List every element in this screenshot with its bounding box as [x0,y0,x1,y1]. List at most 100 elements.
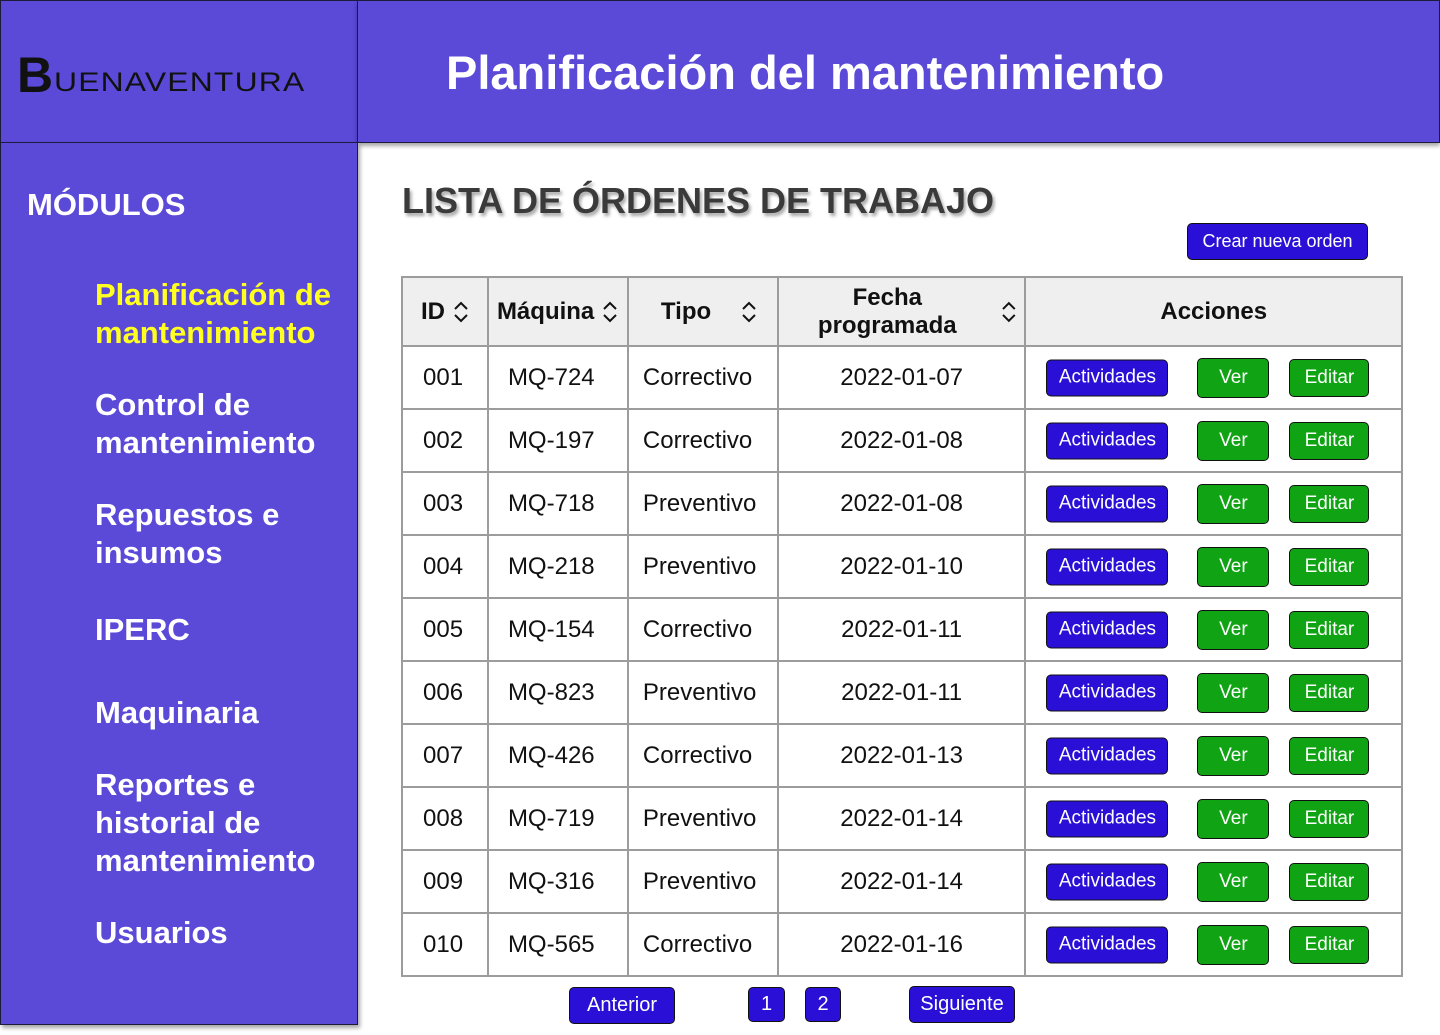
edit-button[interactable]: Editar [1289,862,1370,901]
brand-logo[interactable]: B UENAVENTURA [17,50,304,100]
sidebar-item-usuarios[interactable]: Usuarios [95,914,345,952]
page-1-button[interactable]: 1 [748,987,785,1022]
column-header-fecha[interactable]: Fecha programada [776,276,1027,347]
cell-fecha: 2022-01-11 [776,660,1027,725]
sidebar: MÓDULOS Planificación de mantenimiento C… [0,142,358,1025]
sidebar-item-reportes[interactable]: Reportes e historial de mantenimiento [95,766,345,880]
view-button[interactable]: Ver [1197,924,1270,965]
cell-fecha: 2022-01-16 [776,912,1027,977]
edit-button[interactable]: Editar [1289,925,1370,964]
table-row: 001 MQ-724 Correctivo 2022-01-07 Actividades… [401,345,1403,410]
column-header-tipo[interactable]: Tipo [626,276,779,347]
edit-button[interactable]: Editar [1289,736,1370,775]
sidebar-item-repuestos[interactable]: Repuestos e insumos [95,496,345,572]
cell-tipo: Correctivo [626,408,779,473]
edit-button[interactable]: Editar [1289,421,1370,460]
activities-button[interactable]: Actividades [1046,485,1169,522]
cell-acciones: Actividades Ver Editar [1024,534,1403,599]
table-row: 009 MQ-316 Preventivo 2022-01-14 Actividades… [401,849,1403,914]
row-actions: Actividades Ver Editar [1026,788,1401,849]
cell-fecha: 2022-01-14 [776,849,1027,914]
view-button[interactable]: Ver [1197,735,1270,776]
table-header-row: ID Máquina Tipo Fecha programada Accione… [401,276,1403,347]
column-header-acciones: Acciones [1024,276,1403,347]
view-button[interactable]: Ver [1197,420,1270,461]
edit-button[interactable]: Editar [1289,610,1370,649]
sidebar-item-maquinaria[interactable]: Maquinaria [95,694,345,732]
column-label: Acciones [1160,297,1268,325]
view-button[interactable]: Ver [1197,357,1270,398]
cell-acciones: Actividades Ver Editar [1024,786,1403,851]
cell-maquina: MQ-197 [486,408,629,473]
row-actions: Actividades Ver Editar [1026,725,1401,786]
edit-button[interactable]: Editar [1289,673,1370,712]
row-actions: Actividades Ver Editar [1026,536,1401,597]
sidebar-item-iperc[interactable]: IPERC [95,611,345,649]
activities-button[interactable]: Actividades [1046,926,1169,963]
activities-button[interactable]: Actividades [1046,737,1169,774]
cell-maquina: MQ-724 [486,345,629,410]
table-row: 004 MQ-218 Preventivo 2022-01-10 Actividades… [401,534,1403,599]
row-actions: Actividades Ver Editar [1026,914,1401,975]
cell-tipo: Preventivo [626,534,779,599]
cell-tipo: Preventivo [626,660,779,725]
page-2-button[interactable]: 2 [805,987,841,1022]
row-actions: Actividades Ver Editar [1026,347,1401,408]
column-header-id[interactable]: ID [401,276,489,347]
activities-button[interactable]: Actividades [1046,611,1169,648]
activities-button[interactable]: Actividades [1046,359,1169,396]
activities-button[interactable]: Actividades [1046,422,1169,459]
view-button[interactable]: Ver [1197,609,1270,650]
top-header: Planificación del mantenimiento [357,0,1440,143]
cell-id: 001 [401,345,489,410]
cell-fecha: 2022-01-13 [776,723,1027,788]
cell-fecha: 2022-01-08 [776,471,1027,536]
table-row: 003 MQ-718 Preventivo 2022-01-08 Actividades… [401,471,1403,536]
view-button[interactable]: Ver [1197,798,1270,839]
cell-id: 003 [401,471,489,536]
cell-tipo: Preventivo [626,471,779,536]
sort-updown-icon [1001,301,1016,322]
sidebar-item-control[interactable]: Control de mantenimiento [95,386,345,462]
cell-acciones: Actividades Ver Editar [1024,660,1403,725]
cell-id: 005 [401,597,489,662]
activities-button[interactable]: Actividades [1046,548,1169,585]
table-row: 002 MQ-197 Correctivo 2022-01-08 Actividades… [401,408,1403,473]
edit-button[interactable]: Editar [1289,799,1370,838]
view-button[interactable]: Ver [1197,672,1270,713]
activities-button[interactable]: Actividades [1046,674,1169,711]
cell-acciones: Actividades Ver Editar [1024,345,1403,410]
view-button[interactable]: Ver [1197,546,1270,587]
table-row: 008 MQ-719 Preventivo 2022-01-14 Actividades… [401,786,1403,851]
view-button[interactable]: Ver [1197,483,1270,524]
cell-acciones: Actividades Ver Editar [1024,471,1403,536]
table-body: 001 MQ-724 Correctivo 2022-01-07 Actividades… [401,345,1403,977]
edit-button[interactable]: Editar [1289,358,1370,397]
logo-wordmark: UENAVENTURA [54,67,306,97]
cell-tipo: Correctivo [626,912,779,977]
next-page-button[interactable]: Siguiente [909,986,1015,1023]
edit-button[interactable]: Editar [1289,484,1370,523]
sort-updown-icon [454,301,468,322]
column-header-maquina[interactable]: Máquina [486,276,629,347]
cell-fecha: 2022-01-10 [776,534,1027,599]
sidebar-item-planificacion[interactable]: Planificación de mantenimiento [95,276,345,352]
work-orders-table: ID Máquina Tipo Fecha programada Accione… [401,276,1403,977]
cell-tipo: Preventivo [626,786,779,851]
activities-button[interactable]: Actividades [1046,800,1169,837]
page-title: Planificación del mantenimiento [446,46,1165,99]
prev-page-button[interactable]: Anterior [569,987,675,1024]
row-actions: Actividades Ver Editar [1026,599,1401,660]
cell-tipo: Preventivo [626,849,779,914]
cell-acciones: Actividades Ver Editar [1024,408,1403,473]
edit-button[interactable]: Editar [1289,547,1370,586]
cell-maquina: MQ-823 [486,660,629,725]
create-order-button[interactable]: Crear nueva orden [1187,223,1368,260]
cell-id: 007 [401,723,489,788]
cell-maquina: MQ-565 [486,912,629,977]
cell-fecha: 2022-01-11 [776,597,1027,662]
cell-acciones: Actividades Ver Editar [1024,849,1403,914]
cell-fecha: 2022-01-08 [776,408,1027,473]
activities-button[interactable]: Actividades [1046,863,1169,900]
view-button[interactable]: Ver [1197,861,1270,902]
